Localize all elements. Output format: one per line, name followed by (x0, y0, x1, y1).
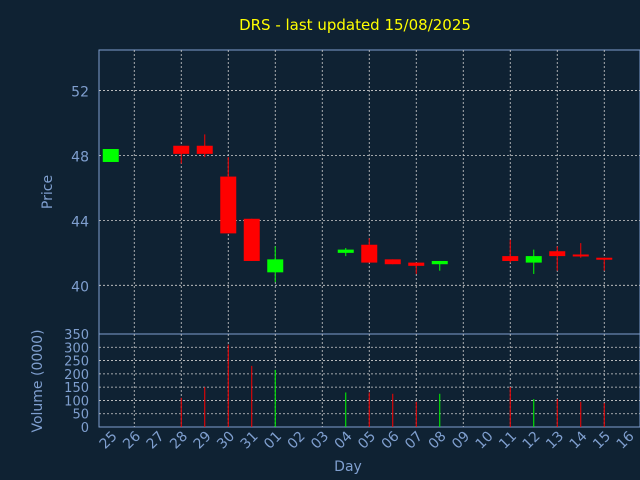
candle-body (572, 254, 589, 257)
x-tick-label: 30 (214, 429, 238, 453)
x-tick-label: 09 (449, 429, 473, 453)
x-axis-label: Day (334, 459, 362, 475)
x-tick-label: 28 (167, 429, 191, 453)
x-tick-label: 01 (261, 429, 285, 453)
x-tick-label: 27 (144, 429, 168, 453)
volume-tick-label: 100 (64, 394, 89, 409)
stock-chart: DRS - last updated 15/08/2025 40 44 48 52 0… (30, 16, 640, 475)
x-tick-label: 03 (308, 429, 332, 453)
x-tick-label: 26 (120, 428, 144, 452)
candle-body (525, 256, 542, 263)
candle-body (173, 145, 190, 154)
price-panel: 40 44 48 52 (71, 49, 640, 335)
candle-body (408, 262, 425, 266)
volume-tick-label: 300 (64, 341, 89, 356)
volume-axis-label: Volume (0000) (30, 329, 46, 432)
candle-body (267, 259, 284, 273)
chart-image: DRS - last updated 15/08/2025 40 44 48 52 0… (0, 0, 640, 480)
candle-body (196, 145, 213, 154)
x-tick-label: 10 (473, 429, 497, 453)
candle-body (337, 249, 354, 253)
price-tick-label: 40 (71, 279, 89, 295)
volume-tick-label: 250 (64, 355, 89, 370)
candle-body (596, 257, 613, 260)
candle-body (243, 218, 260, 261)
volume-tick-label: 50 (72, 408, 89, 423)
x-tick-label: 07 (402, 429, 426, 453)
volume-panel: 05010015020025030035025 26 27 28 29 30 31 01 02 0… (64, 328, 640, 452)
candle-body (361, 244, 378, 263)
x-tick-label: 15 (590, 429, 614, 453)
price-axis-label: Price (40, 175, 56, 209)
candle-body (431, 260, 448, 265)
price-tick-label: 44 (71, 214, 89, 230)
candle-body (102, 148, 119, 162)
candle-body (220, 176, 237, 234)
x-tick-label: 31 (238, 429, 262, 453)
candle-body (502, 256, 519, 261)
candle-body (549, 251, 566, 257)
volume-tick-label: 200 (64, 368, 89, 383)
x-tick-label: 25 (97, 429, 121, 453)
volume-tick-label: 150 (64, 381, 89, 396)
x-tick-label: 16 (614, 428, 638, 452)
x-tick-label: 13 (543, 429, 567, 453)
price-tick-label: 52 (71, 85, 89, 101)
chart-title: DRS - last updated 15/08/2025 (239, 16, 471, 34)
x-tick-label: 14 (567, 428, 591, 452)
x-tick-label: 06 (379, 428, 403, 452)
x-tick-label: 05 (355, 429, 379, 453)
x-tick-label: 12 (520, 429, 544, 453)
candle-body (384, 259, 401, 265)
x-tick-label: 04 (332, 428, 356, 452)
volume-tick-label: 350 (64, 328, 89, 343)
volume-tick-label: 0 (81, 421, 89, 436)
x-tick-label: 11 (496, 429, 520, 453)
x-tick-label: 02 (285, 429, 309, 453)
x-tick-label: 08 (426, 429, 450, 453)
x-tick-label: 29 (191, 429, 215, 453)
price-tick-label: 48 (71, 149, 89, 165)
